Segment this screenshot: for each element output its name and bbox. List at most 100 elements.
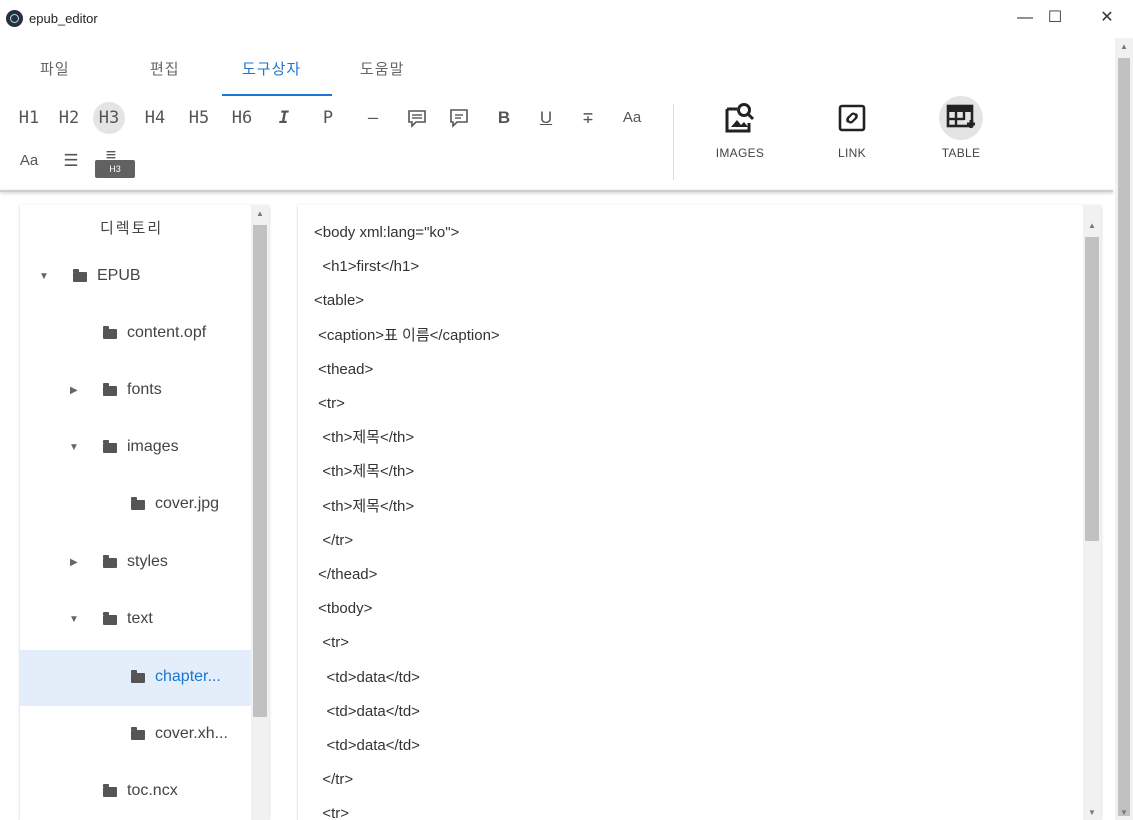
scroll-down-icon[interactable]: ▼ <box>1088 808 1096 817</box>
italic-button[interactable]: I <box>272 103 296 133</box>
caret-down-icon[interactable]: ▼ <box>69 614 79 625</box>
title-bar: epub_editor — ☐ ✕ <box>0 0 1133 38</box>
images-label: IMAGES <box>715 146 765 160</box>
caret-right-icon[interactable]: ▶ <box>70 385 78 396</box>
editor-scrollbar[interactable]: ▲ ▼ <box>1083 205 1101 820</box>
underline-button[interactable]: U <box>534 103 558 133</box>
folder-icon <box>103 383 117 396</box>
comment-button[interactable] <box>444 103 474 133</box>
tree-item-epub[interactable]: ▼ EPUB <box>20 249 251 305</box>
h6-button[interactable]: H6 <box>229 103 255 133</box>
close-button[interactable]: ✕ <box>1092 6 1122 30</box>
app-logo-icon <box>6 10 23 27</box>
strikethrough-button[interactable]: ∓ <box>576 103 600 133</box>
bullet-list-button[interactable]: ☰ <box>58 146 84 176</box>
subscript-button[interactable]: Aa <box>617 103 647 133</box>
tab-file[interactable]: 파일 <box>40 58 70 79</box>
comment-lines-icon <box>408 110 426 128</box>
bold-button[interactable]: B <box>492 103 516 133</box>
tree-item-label: text <box>127 610 153 627</box>
folder-icon <box>103 612 117 625</box>
maximize-button[interactable]: ☐ <box>1040 6 1070 30</box>
tab-toolbox[interactable]: 도구상자 <box>242 58 301 79</box>
tree-item-label: EPUB <box>97 267 141 284</box>
tab-help[interactable]: 도움말 <box>360 58 404 79</box>
tree-item-content-opf[interactable]: content.opf <box>20 306 251 362</box>
code-line[interactable]: </thead> <box>314 558 377 592</box>
toolbar-bottom-border <box>0 190 1113 192</box>
text-color-button[interactable]: Aa <box>14 146 44 176</box>
scroll-down-icon[interactable]: ▼ <box>1120 808 1128 817</box>
link-icon <box>830 96 874 140</box>
tree-item-toc-ncx[interactable]: toc.ncx <box>20 764 251 820</box>
code-line[interactable]: <tbody> <box>314 592 372 626</box>
h1-button[interactable]: H1 <box>16 103 42 133</box>
folder-icon <box>131 727 145 740</box>
code-line[interactable]: <th>제목</th> <box>314 455 414 489</box>
tree-item-cover-jpg[interactable]: cover.jpg <box>20 477 251 533</box>
tree-item-label: styles <box>127 553 168 570</box>
window-scrollbar-thumb[interactable] <box>1118 58 1130 816</box>
folder-icon <box>103 555 117 568</box>
code-line[interactable]: </tr> <box>314 763 353 797</box>
sidebar-scrollbar[interactable]: ▲ <box>251 205 269 820</box>
caret-down-icon[interactable]: ▼ <box>39 271 49 282</box>
table-label: TABLE <box>941 146 981 160</box>
caret-down-icon[interactable]: ▼ <box>69 442 79 453</box>
horizontal-rule-button[interactable]: — <box>360 103 386 133</box>
tab-edit[interactable]: 편집 <box>150 58 180 79</box>
code-line[interactable]: <h1>first</h1> <box>314 250 419 284</box>
table-button[interactable]: TABLE <box>916 96 1006 178</box>
code-editor[interactable]: <body xml:lang="ko"> <h1>first</h1> <tabl… <box>298 205 1101 820</box>
directory-panel: 디렉토리 ▼ EPUB content.opf ▶ fonts ▼ images… <box>20 205 269 820</box>
toolbar-divider <box>673 104 674 180</box>
link-button[interactable]: LINK <box>807 96 897 178</box>
code-line[interactable]: <body xml:lang="ko"> <box>314 216 459 250</box>
h5-button[interactable]: H5 <box>186 103 212 133</box>
scroll-up-icon[interactable]: ▲ <box>256 209 264 218</box>
paragraph-button[interactable]: P <box>318 103 338 133</box>
code-line[interactable]: <table> <box>314 284 364 318</box>
code-line[interactable]: <thead> <box>314 353 373 387</box>
images-button[interactable]: IMAGES <box>695 96 785 178</box>
scroll-up-icon[interactable]: ▲ <box>1120 42 1128 51</box>
tree-item-label: images <box>127 438 179 455</box>
folder-icon <box>103 440 117 453</box>
code-line[interactable]: <tr> <box>314 797 349 820</box>
table-plus-icon <box>939 96 983 140</box>
window-title: epub_editor <box>29 11 98 26</box>
tree-item-styles[interactable]: ▶ styles <box>20 535 251 591</box>
blockquote-button[interactable] <box>402 103 432 133</box>
tree-item-label: content.opf <box>127 324 207 341</box>
window-scrollbar[interactable]: ▲ ▼ <box>1115 38 1133 820</box>
editor-scrollbar-thumb[interactable] <box>1085 237 1099 541</box>
tree-item-images[interactable]: ▼ images <box>20 420 251 476</box>
directory-title: 디렉토리 <box>100 220 164 237</box>
code-line[interactable]: <tr> <box>314 387 345 421</box>
scroll-up-icon[interactable]: ▲ <box>1088 221 1096 230</box>
folder-icon <box>131 497 145 510</box>
h3-button[interactable]: H3 <box>93 102 125 134</box>
code-line[interactable]: <td>data</td> <box>314 695 420 729</box>
tree-item-label: chapter... <box>155 668 221 685</box>
code-line[interactable]: <td>data</td> <box>314 661 420 695</box>
sidebar-scrollbar-thumb[interactable] <box>253 225 267 717</box>
tree-item-cover-xhtml[interactable]: cover.xh... <box>20 707 251 763</box>
code-line[interactable]: <caption>표 이름</caption> <box>314 319 500 353</box>
code-line[interactable]: <tr> <box>314 626 349 660</box>
caret-right-icon[interactable]: ▶ <box>70 557 78 568</box>
link-label: LINK <box>838 146 866 160</box>
code-line[interactable]: <th>제목</th> <box>314 421 414 455</box>
tree-item-text[interactable]: ▼ text <box>20 592 251 648</box>
code-line[interactable]: <td>data</td> <box>314 729 420 763</box>
tooltip-h3: H3 <box>95 160 135 178</box>
code-line[interactable]: <th>제목</th> <box>314 490 414 524</box>
folder-icon <box>103 326 117 339</box>
code-line[interactable]: </tr> <box>314 524 353 558</box>
h4-button[interactable]: H4 <box>142 103 168 133</box>
tree-item-fonts[interactable]: ▶ fonts <box>20 363 251 419</box>
tree-item-chapter[interactable]: chapter... <box>20 650 251 706</box>
h2-button[interactable]: H2 <box>56 103 82 133</box>
folder-icon <box>73 269 87 282</box>
minimize-button[interactable]: — <box>1010 6 1040 30</box>
